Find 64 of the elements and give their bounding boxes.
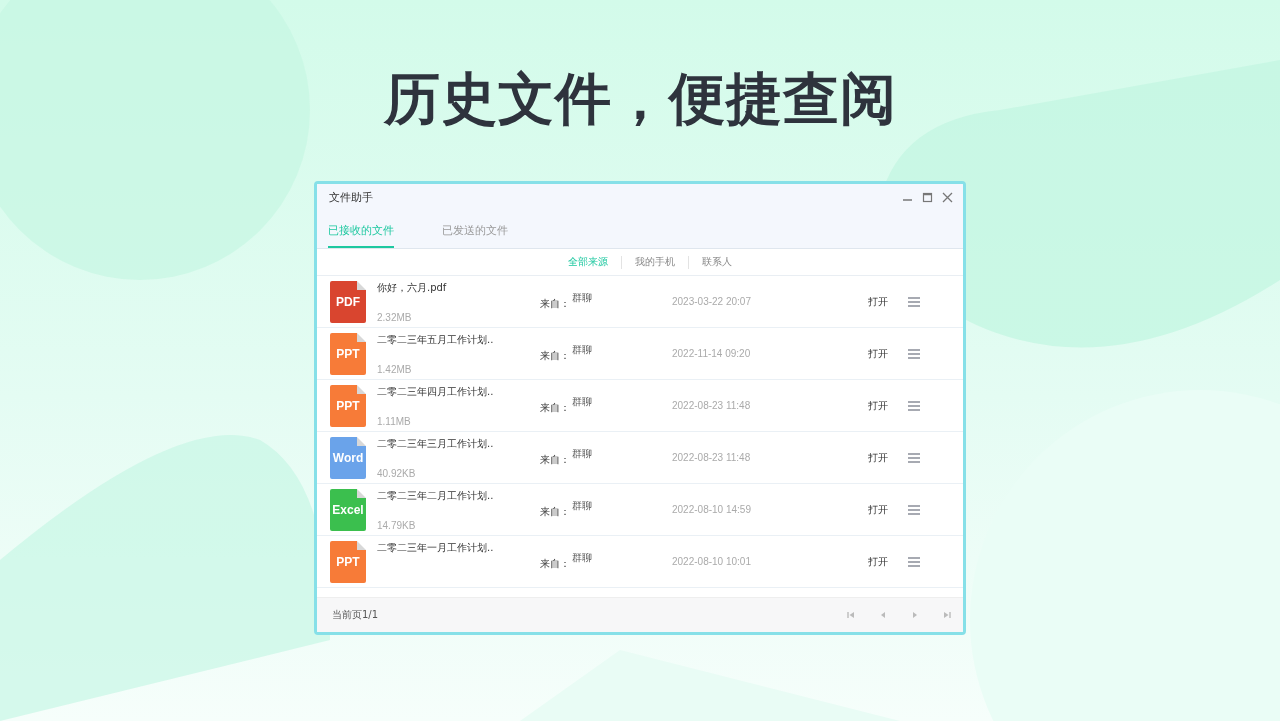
previous-icon[interactable]	[879, 611, 887, 619]
maximize-icon[interactable]	[922, 191, 933, 203]
file-type-icon: PPT	[330, 540, 366, 583]
page-indicator: 当前页1/1	[332, 608, 380, 622]
file-size: 2.32MB	[377, 311, 413, 323]
file-name: 你好，六月.pdf	[377, 280, 448, 295]
first-page-icon[interactable]	[847, 611, 855, 619]
filter-tab[interactable]: 我的手机	[621, 255, 688, 269]
file-name: 二零二三年一月工作计划..	[377, 540, 495, 555]
window-title: 文件助手	[329, 189, 374, 205]
source-label: 来自：	[540, 400, 570, 415]
file-type-icon: Excel	[330, 488, 366, 531]
menu-icon[interactable]	[908, 504, 920, 515]
menu-icon[interactable]	[908, 296, 920, 307]
source-label: 来自：	[540, 504, 570, 519]
open-link[interactable]: 打开	[868, 502, 888, 517]
last-page-icon[interactable]	[943, 611, 951, 619]
file-row[interactable]: PDF 你好，六月.pdf 2.32MB 来自： 群聊 2023-03-22 20:07 打开	[317, 276, 963, 328]
file-row[interactable]: PPT 二零二三年四月工作计划.. 1.11MB 来自： 群聊 2022-08-23 11:48 打开	[317, 380, 963, 432]
open-link[interactable]: 打开	[868, 346, 888, 361]
open-link[interactable]: 打开	[868, 450, 888, 465]
close-icon[interactable]	[942, 191, 953, 203]
file-size: 1.42MB	[377, 363, 413, 375]
file-time: 2022-11-14 09:20	[672, 348, 752, 359]
file-size: 14.79KB	[377, 519, 417, 531]
file-name: 二零二三年三月工作计划..	[377, 436, 495, 451]
file-time: 2022-08-10 10:01	[672, 556, 752, 567]
open-link[interactable]: 打开	[868, 554, 888, 569]
headline: 历史文件，便捷查阅	[383, 65, 897, 133]
file-size: 40.92KB	[377, 467, 417, 479]
file-row[interactable]: Word 二零二三年三月工作计划.. 40.92KB 来自： 群聊 2022-08-23 11:48 打开	[317, 432, 963, 484]
open-link[interactable]: 打开	[868, 398, 888, 413]
menu-icon[interactable]	[908, 400, 920, 411]
file-time: 2023-03-22 20:07	[672, 296, 752, 307]
source-label: 来自：	[540, 296, 570, 311]
source-name: 群聊	[572, 394, 592, 409]
source-name: 群聊	[572, 342, 592, 357]
file-name: 二零二三年四月工作计划..	[377, 384, 495, 399]
file-time: 2022-08-10 14:59	[672, 504, 752, 515]
source-label: 来自：	[540, 556, 570, 571]
source-name: 群聊	[572, 290, 592, 305]
source-name: 群聊	[572, 446, 592, 461]
file-time: 2022-08-23 11:48	[672, 400, 752, 411]
file-type-icon: PPT	[330, 384, 366, 427]
file-row[interactable]: Excel 二零二三年二月工作计划.. 14.79KB 来自： 群聊 2022-08-10 14:59 打开	[317, 484, 963, 536]
menu-icon[interactable]	[908, 348, 920, 359]
file-type-icon: PPT	[330, 332, 366, 375]
source-label: 来自：	[540, 348, 570, 363]
file-size: 1.11MB	[377, 415, 412, 427]
file-row[interactable]: PPT 二零二三年五月工作计划.. 1.42MB 来自： 群聊 2022-11-14 09:20 打开	[317, 328, 963, 380]
menu-icon[interactable]	[908, 556, 920, 567]
filter-tab[interactable]: 联系人	[688, 255, 745, 269]
source-name: 群聊	[572, 550, 592, 565]
file-type-icon: PDF	[330, 280, 366, 323]
file-name: 二零二三年五月工作计划..	[377, 332, 495, 347]
file-time: 2022-08-23 11:48	[672, 452, 752, 463]
file-row[interactable]: PPT 二零二三年一月工作计划.. 来自： 群聊 2022-08-10 10:01 打开	[317, 536, 963, 588]
source-label: 来自：	[540, 452, 570, 467]
menu-icon[interactable]	[908, 452, 920, 463]
file-type-icon: Word	[330, 436, 366, 479]
next-icon[interactable]	[911, 611, 919, 619]
file-name: 二零二三年二月工作计划..	[377, 488, 495, 503]
open-link[interactable]: 打开	[868, 294, 888, 309]
source-name: 群聊	[572, 498, 592, 513]
